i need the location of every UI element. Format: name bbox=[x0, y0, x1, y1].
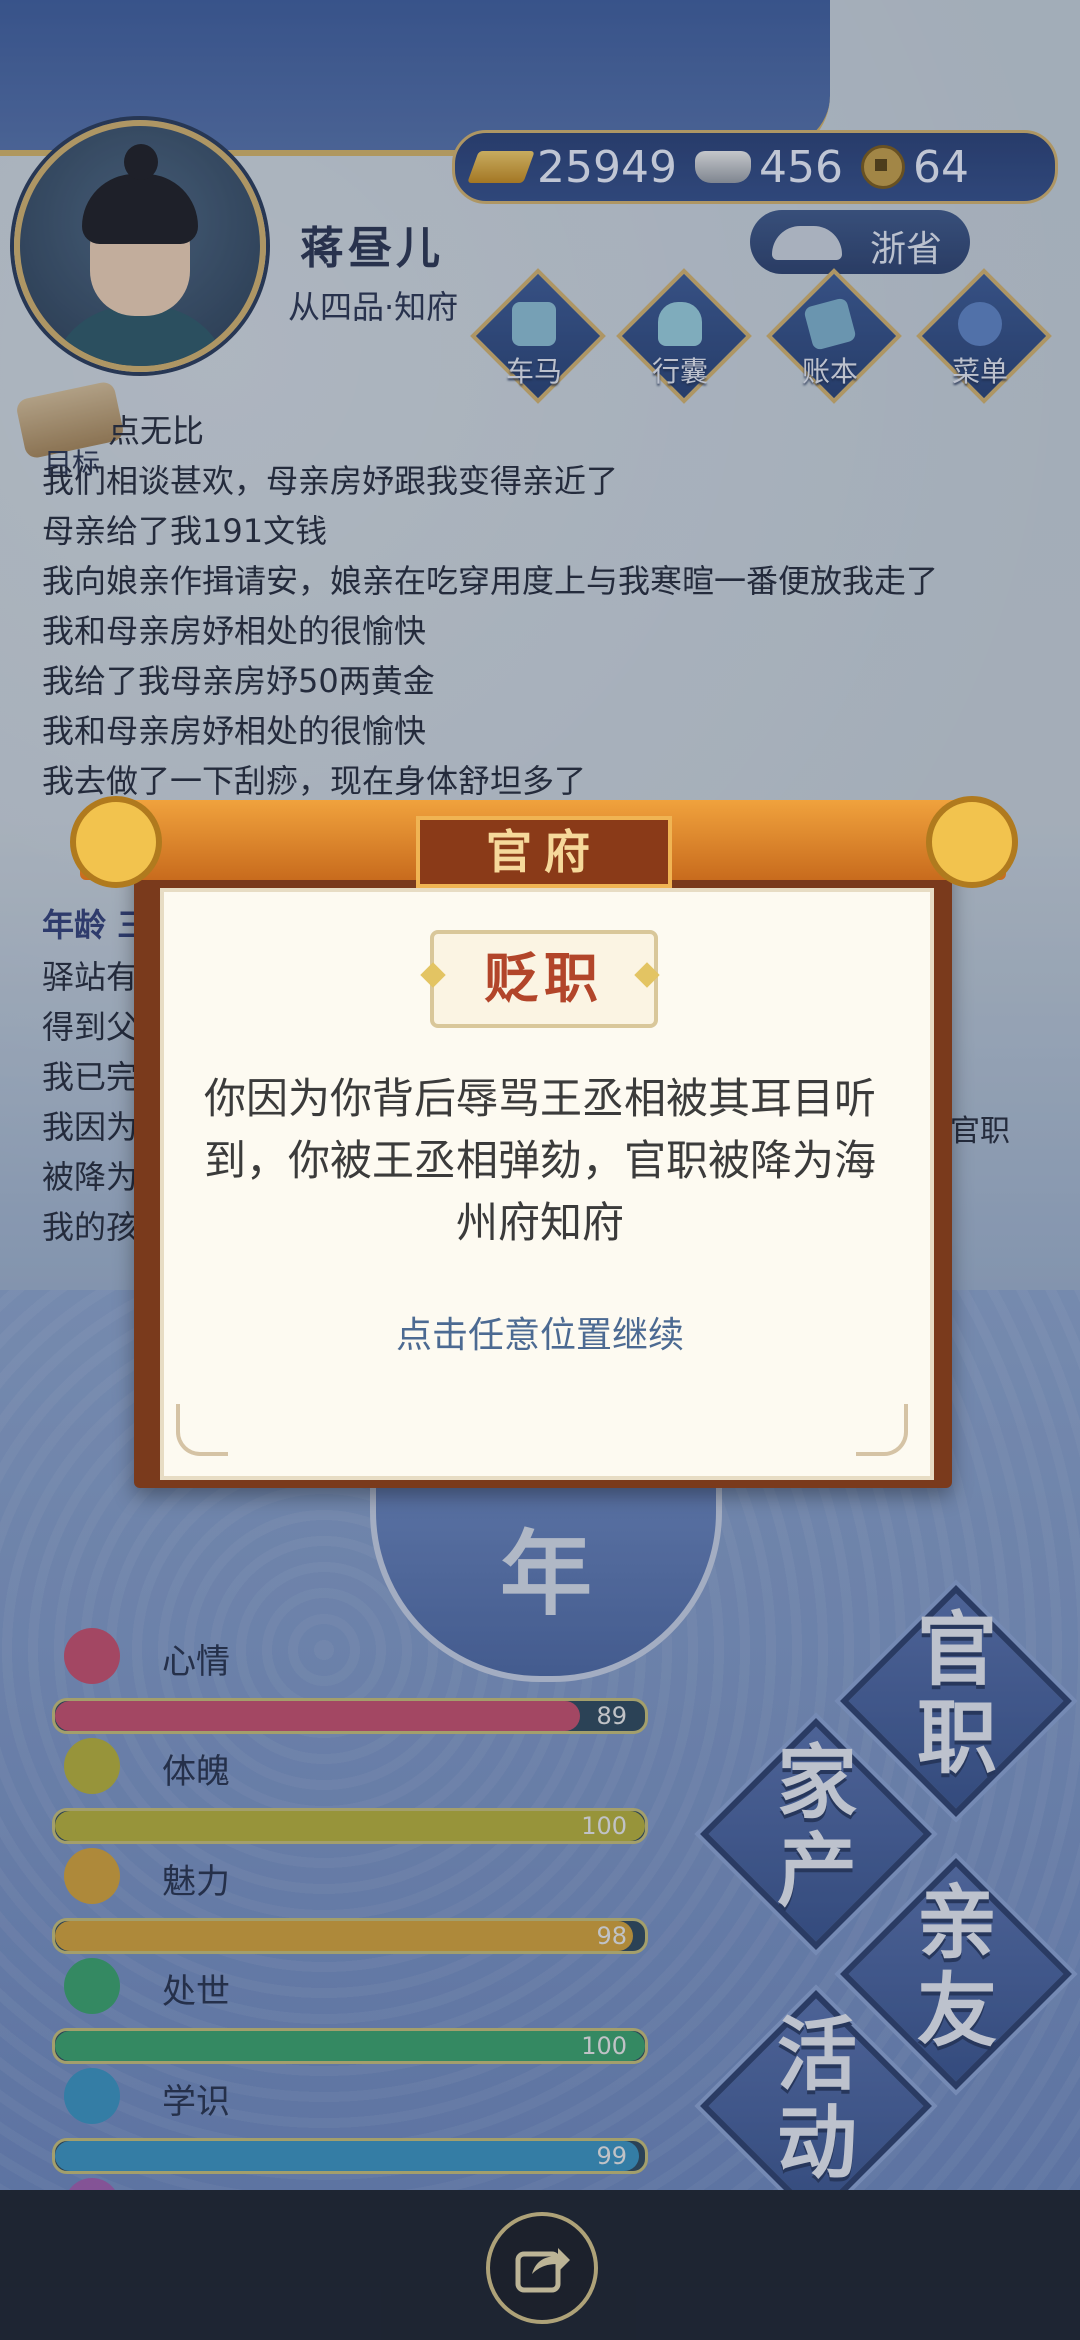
corner-ornament bbox=[856, 1404, 908, 1456]
modal-message: 你因为你背后辱骂王丞相被其耳目听到，你被王丞相弹劾，官职被降为海州府知府 bbox=[203, 1074, 876, 1247]
continue-prompt[interactable]: 点击任意位置继续 bbox=[200, 1306, 880, 1358]
corner-ornament bbox=[176, 1404, 228, 1456]
scroll-end-left-icon bbox=[70, 796, 162, 888]
modal-title: 官府 bbox=[416, 816, 672, 888]
scroll-end-right-icon bbox=[926, 796, 1018, 888]
modal-heading: 贬职 bbox=[430, 930, 658, 1028]
